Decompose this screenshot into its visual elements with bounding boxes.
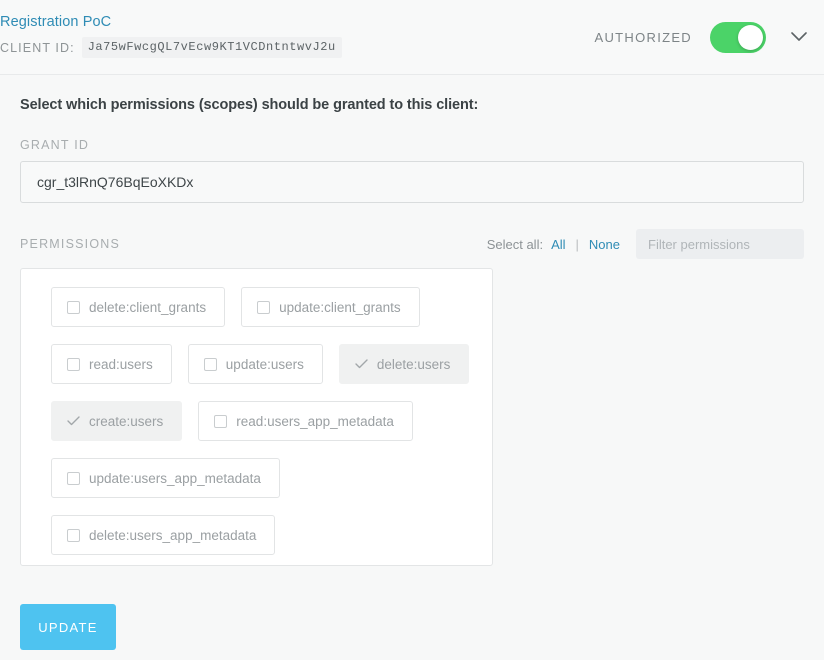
update-button[interactable]: UPDATE — [20, 604, 116, 650]
checkbox-icon — [67, 471, 80, 485]
filter-permissions-input[interactable] — [636, 229, 804, 259]
permission-label: read:users_app_metadata — [236, 413, 394, 429]
permission-chip[interactable]: update:users — [187, 344, 323, 384]
permission-label: read:users — [89, 356, 153, 372]
permission-chip[interactable]: delete:users_app_metadata — [51, 515, 276, 555]
permission-label: delete:users — [376, 356, 451, 372]
checkbox-icon — [67, 300, 80, 314]
check-icon — [67, 415, 80, 428]
permission-chip[interactable]: create:users — [51, 401, 183, 441]
client-id-value: Ja75wFwcgQL7vEcw9KT1VCDntntwvJ2u — [81, 37, 342, 58]
select-all-text: Select all: — [486, 236, 544, 252]
grant-id-input[interactable]: cgr_t3lRnQ76BqEoXKDx — [20, 161, 804, 203]
header-controls: AUTHORIZED — [595, 0, 815, 74]
chevron-down-icon[interactable] — [784, 22, 814, 52]
checkbox-icon — [214, 414, 228, 428]
permission-chip[interactable]: delete:client_grants — [51, 287, 226, 327]
checkbox-icon — [67, 357, 80, 371]
permissions-scroll-area: delete:client_grants update:client_grants… — [21, 269, 492, 565]
permission-label: update:users — [225, 356, 304, 372]
grant-id-label: GRANT ID — [20, 138, 90, 152]
permission-row: create:users read:users_app_metadata — [51, 401, 492, 441]
form-footer: UPDATE — [20, 604, 116, 650]
checkbox-icon — [257, 300, 271, 314]
select-all-link[interactable]: All — [551, 237, 565, 252]
client-id-row: CLIENT ID: Ja75wFwcgQL7vEcw9KT1VCDntntwv… — [0, 37, 342, 58]
grant-body: Select which permissions (scopes) should… — [0, 97, 824, 566]
toggle-knob — [738, 24, 763, 50]
permission-chip[interactable]: read:users — [51, 344, 172, 384]
check-icon — [355, 358, 368, 371]
permission-label: update:users_app_metadata — [89, 470, 261, 486]
client-identity: Registration PoC CLIENT ID: Ja75wFwcgQL7… — [0, 12, 342, 58]
select-none-link[interactable]: None — [589, 237, 620, 252]
permission-chip[interactable]: delete:users — [338, 344, 470, 384]
intro-text: Select which permissions (scopes) should… — [20, 97, 479, 113]
permission-label: delete:users_app_metadata — [89, 527, 257, 543]
permission-chip[interactable]: read:users_app_metadata — [198, 401, 413, 441]
permission-row: delete:users_app_metadata — [51, 515, 492, 555]
permission-row: delete:client_grants update:client_grants — [51, 287, 492, 327]
permission-label: delete:client_grants — [89, 299, 207, 315]
permission-row: update:users_app_metadata — [51, 458, 492, 498]
link-separator: | — [575, 236, 579, 252]
permissions-controls: Select all: All | None — [487, 229, 804, 259]
client-name-link[interactable]: Registration PoC — [0, 12, 342, 32]
checkbox-icon — [203, 357, 217, 371]
authorized-label: AUTHORIZED — [594, 29, 692, 45]
permissions-label: PERMISSIONS — [20, 237, 121, 251]
checkbox-icon — [67, 528, 80, 542]
permissions-header: PERMISSIONS Select all: All | None — [20, 228, 804, 260]
client-header: Registration PoC CLIENT ID: Ja75wFwcgQL7… — [0, 0, 824, 75]
permission-label: update:client_grants — [279, 299, 401, 315]
permission-label: create:users — [89, 413, 164, 429]
permission-chip[interactable]: update:client_grants — [241, 287, 420, 327]
authorized-toggle[interactable] — [710, 21, 766, 53]
permission-row: read:users update:users delete:users — [51, 344, 492, 384]
permissions-panel[interactable]: delete:client_grants update:client_grants… — [20, 268, 493, 566]
permission-chip[interactable]: update:users_app_metadata — [51, 458, 280, 498]
client-id-label: CLIENT ID: — [0, 40, 75, 55]
